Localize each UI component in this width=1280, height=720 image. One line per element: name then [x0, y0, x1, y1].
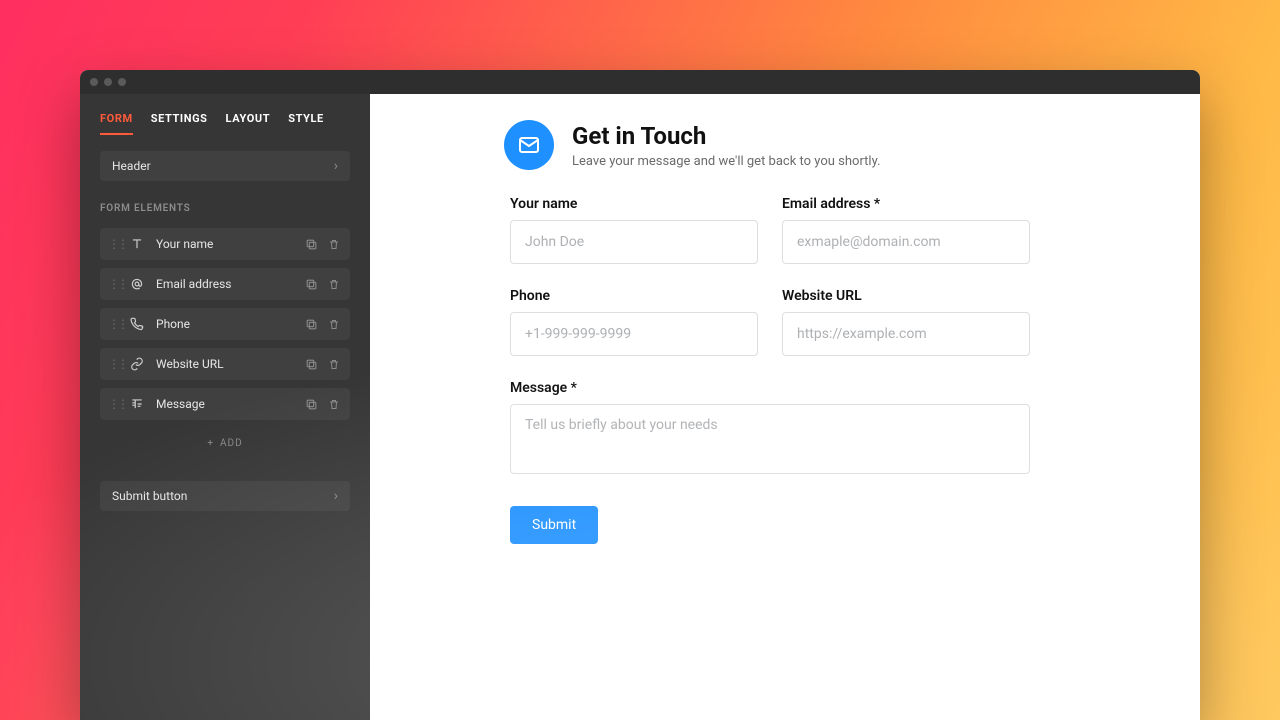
element-item-message[interactable]: ⋮⋮ Message [100, 388, 350, 420]
duplicate-icon[interactable] [305, 398, 318, 411]
element-label: Message [156, 397, 295, 411]
drag-handle-icon[interactable]: ⋮⋮ [108, 281, 118, 287]
sidebar-item-header[interactable]: Header › [100, 151, 350, 181]
field-message: Message * [510, 380, 1030, 478]
form-elements-list: ⋮⋮ Your name ⋮⋮ [100, 228, 350, 420]
delete-icon[interactable] [328, 278, 340, 291]
delete-icon[interactable] [328, 318, 340, 331]
add-element-button[interactable]: ADD [100, 438, 350, 449]
delete-icon[interactable] [328, 398, 340, 411]
window-dot-max[interactable] [118, 78, 126, 86]
delete-icon[interactable] [328, 358, 340, 371]
submit-button[interactable]: Submit [510, 506, 598, 544]
element-item-phone[interactable]: ⋮⋮ Phone [100, 308, 350, 340]
sidebar-tabs: FORM SETTINGS LAYOUT STYLE [80, 94, 370, 135]
field-name: Your name [510, 196, 758, 264]
form-header: Get in Touch Leave your message and we'l… [504, 120, 1024, 170]
duplicate-icon[interactable] [305, 278, 318, 291]
url-input[interactable] [782, 312, 1030, 356]
element-label: Your name [156, 237, 295, 251]
window-titlebar [80, 70, 1200, 94]
app-window: FORM SETTINGS LAYOUT STYLE Header › FORM… [80, 70, 1200, 720]
mail-icon [504, 120, 554, 170]
text-icon [128, 237, 146, 251]
element-item-name[interactable]: ⋮⋮ Your name [100, 228, 350, 260]
delete-icon[interactable] [328, 238, 340, 251]
element-label: Phone [156, 317, 295, 331]
name-input[interactable] [510, 220, 758, 264]
sidebar-item-label: Submit button [112, 489, 187, 503]
phone-icon [128, 317, 146, 331]
chevron-right-icon: › [334, 488, 338, 504]
drag-handle-icon[interactable]: ⋮⋮ [108, 321, 118, 327]
duplicate-icon[interactable] [305, 238, 318, 251]
field-label: Your name [510, 196, 758, 212]
message-input[interactable] [510, 404, 1030, 474]
workspace: FORM SETTINGS LAYOUT STYLE Header › FORM… [80, 94, 1200, 720]
field-label: Website URL [782, 288, 1030, 304]
element-label: Website URL [156, 357, 295, 371]
field-label: Phone [510, 288, 758, 304]
section-label-form-elements: FORM ELEMENTS [100, 203, 350, 214]
at-icon [128, 277, 146, 291]
window-dot-min[interactable] [104, 78, 112, 86]
field-label: Message * [510, 380, 1030, 396]
element-item-email[interactable]: ⋮⋮ Email address [100, 268, 350, 300]
tab-style[interactable]: STYLE [288, 112, 324, 135]
sidebar: FORM SETTINGS LAYOUT STYLE Header › FORM… [80, 94, 370, 720]
drag-handle-icon[interactable]: ⋮⋮ [108, 361, 118, 367]
duplicate-icon[interactable] [305, 318, 318, 331]
element-label: Email address [156, 277, 295, 291]
tab-layout[interactable]: LAYOUT [226, 112, 271, 135]
field-email: Email address * [782, 196, 1030, 264]
form-preview: Get in Touch Leave your message and we'l… [370, 94, 1200, 720]
link-icon [128, 357, 146, 371]
drag-handle-icon[interactable]: ⋮⋮ [108, 241, 118, 247]
field-url: Website URL [782, 288, 1030, 356]
email-input[interactable] [782, 220, 1030, 264]
drag-handle-icon[interactable]: ⋮⋮ [108, 401, 118, 407]
form-title: Get in Touch [572, 122, 880, 150]
field-label: Email address * [782, 196, 1030, 212]
window-dot-close[interactable] [90, 78, 98, 86]
tab-settings[interactable]: SETTINGS [151, 112, 208, 135]
form-subtitle: Leave your message and we'll get back to… [572, 154, 880, 169]
element-item-url[interactable]: ⋮⋮ Website URL [100, 348, 350, 380]
sidebar-item-submit[interactable]: Submit button › [100, 481, 350, 511]
tab-form[interactable]: FORM [100, 112, 133, 135]
phone-input[interactable] [510, 312, 758, 356]
textarea-icon [128, 397, 146, 411]
chevron-right-icon: › [334, 158, 338, 174]
duplicate-icon[interactable] [305, 358, 318, 371]
sidebar-item-label: Header [112, 159, 151, 173]
field-phone: Phone [510, 288, 758, 356]
